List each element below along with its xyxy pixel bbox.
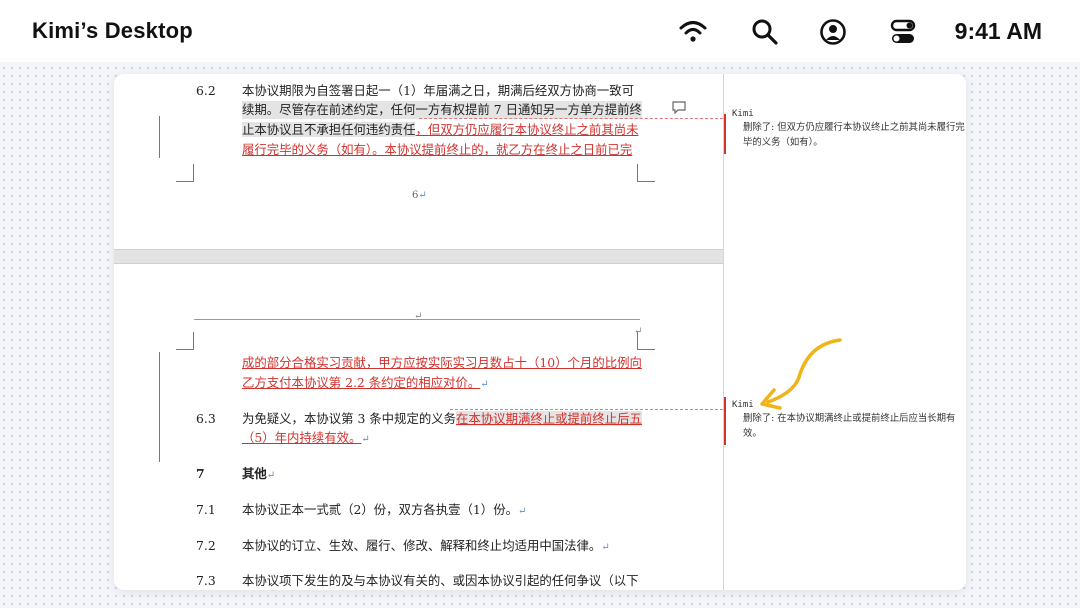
margin-corner-mark <box>176 164 194 182</box>
margin-corner-mark <box>176 332 194 350</box>
comment-leader-line <box>450 409 723 410</box>
page-number: 6↵ <box>412 187 427 205</box>
paragraph-mark: ↵ <box>601 542 610 553</box>
section-title: 其他 <box>242 466 267 481</box>
search-icon[interactable] <box>750 17 780 47</box>
desktop-title: Kimi’s Desktop <box>32 18 193 43</box>
clock: 9:41 AM <box>954 18 1042 44</box>
comment-leader-line <box>419 118 723 119</box>
paragraph-mark: ↵ <box>517 506 527 517</box>
paragraph-mark: ↵ <box>266 470 276 481</box>
clause-text-line[interactable]: 本协议的订立、生效、履行、修改、解释和终止均适用中国法律。↵ <box>242 537 610 557</box>
clause-text-line[interactable]: 止本协议且不承担任何违约责任，但双方仍应履行本协议终止之前其尚未 <box>242 121 639 139</box>
control-center-icon[interactable] <box>888 17 918 47</box>
clause-number: 6.3 <box>196 411 216 426</box>
paragraph-mark: ↵ <box>414 311 423 322</box>
wifi-icon[interactable] <box>678 17 708 47</box>
tracked-insertion[interactable]: 成的部分合格实习贡献，甲方应按实际实习月数占十（10）个月的比例向 <box>242 354 642 372</box>
tracked-insertion[interactable]: 履行完毕的义务（如有）。本协议提前终止的，就乙方在终止之日前已完 <box>242 141 632 159</box>
header-paragraph-mark: ↵ <box>414 306 422 326</box>
annotation-arrow-icon <box>760 338 842 410</box>
clause-number: 6.2 <box>196 83 216 98</box>
comment-text[interactable]: 删除了: 但双方仍应履行本协议终止之前其尚未履行完 毕的义务（如有）。 <box>743 120 965 150</box>
tracked-insertion[interactable]: 在本协议期满终止或提前终止后五 <box>456 411 642 426</box>
document-page-area[interactable]: 6.2 本协议期限为自签署日起一（1）年届满之日，期满后经双方协商一致可 续期。… <box>114 74 722 590</box>
paragraph-mark: ↵ <box>361 434 370 445</box>
comment-marker <box>724 397 726 445</box>
paragraph-mark: ↵ <box>480 379 489 390</box>
paragraph-mark: ↵ <box>418 190 427 201</box>
clause-text-line[interactable]: 本协议期限为自签署日起一（1）年届满之日，期满后经双方协商一致可 <box>242 82 634 100</box>
clause-text-line[interactable]: 本协议项下发生的及与本协议有关的、或因本协议引起的任何争议（以下 <box>242 572 639 590</box>
clause-text-line[interactable]: （5）年内持续有效。↵ <box>242 429 370 449</box>
tracked-insertion[interactable]: ，但双方仍应履行本协议终止之前其尚未 <box>415 122 638 137</box>
tracked-insertion[interactable]: 乙方支付本协议第 2.2 条约定的相应对价。 <box>242 375 480 390</box>
clause-text-plain: 为免疑义，本协议第 3 条中规定的义务 <box>242 411 457 426</box>
clause-number: 7.2 <box>196 538 216 553</box>
comment-text-line: 毕的义务（如有）。 <box>743 137 823 148</box>
clause-text-plain: 止本协议且不承担任何违约责任 <box>242 122 416 137</box>
clause-text-line[interactable]: 乙方支付本协议第 2.2 条约定的相应对价。↵ <box>242 374 489 394</box>
clause-number: 7.3 <box>196 573 216 588</box>
clause-text-line[interactable]: 本协议正本一式贰（2）份，双方各执壹（1）份。↵ <box>242 501 526 521</box>
header-separator <box>194 319 640 320</box>
section-number: 7 <box>196 466 205 481</box>
margin-corner-mark <box>637 332 655 350</box>
clause-text-plain: 本协议的订立、生效、履行、修改、解释和终止均适用中国法律。 <box>242 538 602 553</box>
tracked-insertion[interactable]: （5）年内持续有效。 <box>242 430 361 445</box>
margin-corner-mark <box>637 164 655 182</box>
user-account-icon[interactable] <box>818 17 848 47</box>
change-bar <box>159 116 160 158</box>
clause-number: 7.1 <box>196 502 216 517</box>
menu-bar: Kimi’s Desktop 9:41 AM <box>0 0 1080 62</box>
comment-text-line: 删除了: 但双方仍应履行本协议终止之前其尚未履行完 <box>743 122 965 133</box>
clause-text-line[interactable]: 为免疑义，本协议第 3 条中规定的义务在本协议期满终止或提前终止后五 <box>242 410 642 428</box>
comment-text-line: 效。 <box>743 428 762 439</box>
change-bar <box>159 352 160 462</box>
comment-marker <box>724 114 726 154</box>
clause-text-line[interactable]: 续期。尽管存在前述约定，任何一方有权提前 7 日通知另一方单方提前终 <box>242 101 642 119</box>
comment-author: Kimi <box>732 109 754 119</box>
comment-icon[interactable] <box>671 100 687 115</box>
section-heading: 其他↵ <box>242 465 275 485</box>
clause-text-plain: 本协议正本一式贰（2）份，双方各执壹（1）份。 <box>242 502 518 517</box>
